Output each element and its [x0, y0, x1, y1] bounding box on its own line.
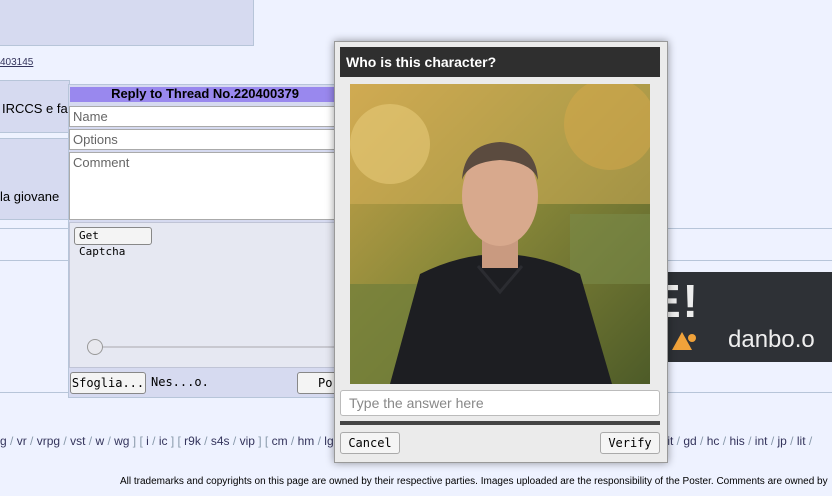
board-link-vrpg[interactable]: vrpg — [37, 434, 60, 448]
captcha-modal: Who is this character? Type the answer h — [334, 41, 668, 463]
board-link-g[interactable]: g — [0, 434, 7, 448]
cancel-button[interactable]: Cancel — [340, 432, 400, 454]
previous-post — [0, 0, 254, 46]
reply-form: Reply to Thread No.220400379 Name Option… — [68, 84, 347, 398]
nav-separator: / — [229, 434, 240, 448]
board-link-ic[interactable]: ic — [159, 434, 168, 448]
nav-separator: ] [ — [129, 434, 147, 448]
captcha-slider-track — [89, 346, 341, 348]
board-link-gd[interactable]: gd — [683, 434, 696, 448]
mascot-shape — [672, 332, 696, 350]
nav-separator: / — [85, 434, 96, 448]
board-link-w[interactable]: w — [95, 434, 104, 448]
nav-separator: / — [805, 434, 813, 448]
board-link-vst[interactable]: vst — [70, 434, 85, 448]
board-link-lit[interactable]: lit — [797, 434, 806, 448]
captcha-answer-input[interactable]: Type the answer here — [340, 390, 660, 416]
board-link-hm[interactable]: hm — [298, 434, 315, 448]
file-status: Nes...o. — [151, 375, 209, 389]
board-link-cm[interactable]: cm — [272, 434, 288, 448]
nav-separator: / — [104, 434, 115, 448]
post-number-link[interactable]: 403145 — [0, 57, 33, 68]
captcha-character-image — [350, 84, 650, 384]
nav-separator: / — [26, 434, 37, 448]
nav-separator: / — [287, 434, 298, 448]
verify-button[interactable]: Verify — [600, 432, 660, 454]
footer-disclaimer: All trademarks and copyrights on this pa… — [120, 476, 828, 487]
nav-separator: / — [744, 434, 755, 448]
board-link-s4s[interactable]: s4s — [211, 434, 230, 448]
banner-ad[interactable]: E! danbo.o — [640, 272, 832, 362]
board-link-hc[interactable]: hc — [707, 434, 720, 448]
nav-separator: / — [60, 434, 71, 448]
banner-logo-text: danbo.o — [728, 326, 815, 353]
captcha-question: Who is this character? — [340, 47, 660, 77]
captcha-slider-thumb[interactable] — [87, 339, 103, 355]
post-text-2: la giovane — [0, 189, 60, 204]
board-link-r9k[interactable]: r9k — [184, 434, 201, 448]
nav-separator: / — [6, 434, 17, 448]
board-nav-right: fit / gd / hc / his / int / jp / lit / — [664, 434, 812, 448]
post-text-1: IRCCS e fa — [2, 101, 68, 116]
nav-separator: / — [148, 434, 159, 448]
options-field[interactable]: Options — [69, 129, 341, 150]
nav-separator: ] [ — [167, 434, 185, 448]
nav-separator: / — [200, 434, 211, 448]
photo-illustration — [350, 84, 650, 384]
nav-separator: / — [786, 434, 797, 448]
board-link-vip[interactable]: vip — [240, 434, 255, 448]
nav-separator: / — [673, 434, 684, 448]
board-link-jp[interactable]: jp — [778, 434, 787, 448]
nav-separator: ] [ — [254, 434, 272, 448]
name-field[interactable]: Name — [69, 106, 341, 127]
browse-button[interactable]: Sfoglia... — [70, 372, 146, 394]
modal-divider — [340, 421, 660, 425]
board-link-lg[interactable]: lg — [324, 434, 333, 448]
post-block-2 — [0, 138, 70, 220]
get-captcha-button[interactable]: Get Captcha — [74, 227, 152, 258]
nav-separator: / — [719, 434, 730, 448]
board-link-wg[interactable]: wg — [114, 434, 129, 448]
comment-field[interactable]: Comment — [69, 152, 341, 220]
reply-form-title[interactable]: Reply to Thread No.220400379 — [70, 87, 340, 102]
board-link-int[interactable]: int — [755, 434, 768, 448]
nav-separator: / — [767, 434, 778, 448]
banner-mascot-icon — [672, 324, 696, 350]
nav-separator: / — [696, 434, 707, 448]
board-nav: g / vr / vrpg / vst / w / wg ] [ i / ic … — [0, 434, 334, 448]
board-link-vr[interactable]: vr — [17, 434, 27, 448]
nav-separator: / — [314, 434, 325, 448]
board-link-his[interactable]: his — [729, 434, 744, 448]
